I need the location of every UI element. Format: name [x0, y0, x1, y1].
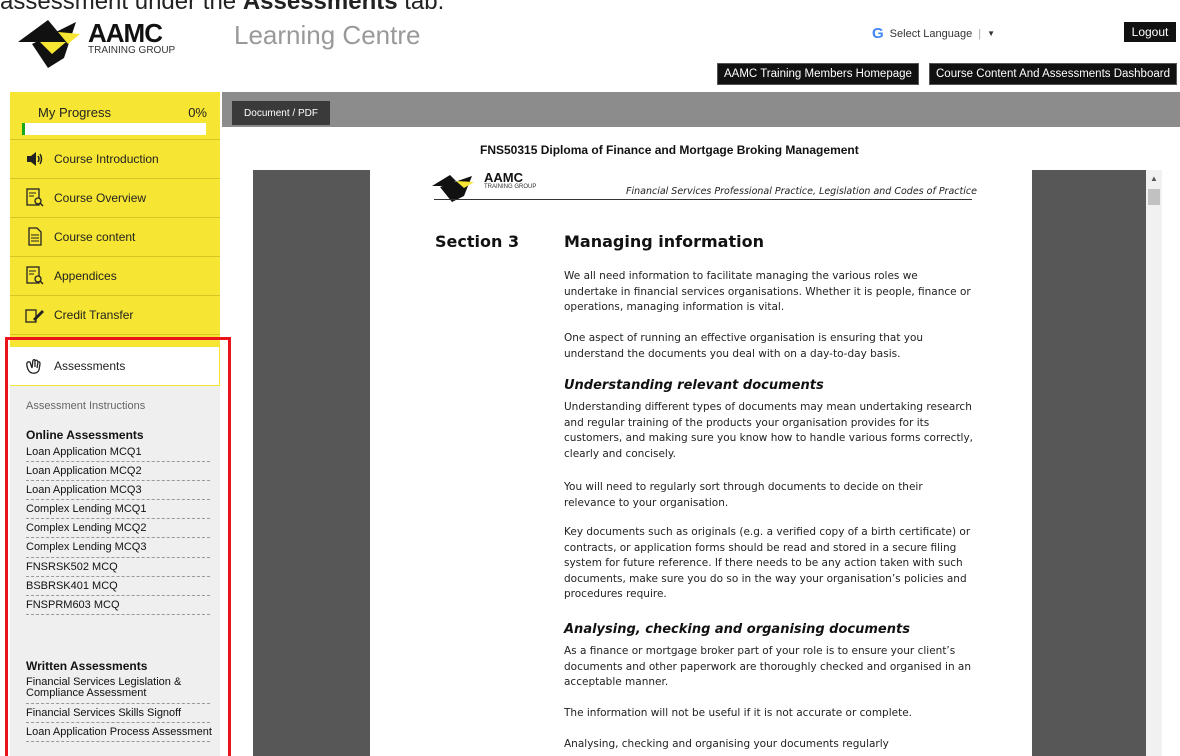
list-item[interactable]: Loan Application MCQ1: [26, 443, 210, 463]
list-item[interactable]: FNSPRM603 MCQ: [26, 596, 210, 615]
progress-value: 0%: [188, 105, 207, 120]
document-search-icon: [25, 188, 45, 208]
paragraph: Analysing, checking and organising your …: [564, 738, 889, 750]
google-icon: G: [872, 25, 884, 42]
paragraph: One aspect of running an effective organ…: [564, 332, 924, 360]
logo-mark-icon: [18, 20, 80, 68]
document-icon: [25, 227, 45, 247]
caption-bold: Assessments: [242, 0, 398, 15]
sidebar-item-label: Course content: [54, 230, 136, 244]
sidebar-item-assessments[interactable]: Assessments: [10, 346, 220, 386]
hand-icon: [24, 356, 44, 376]
section-title: Managing information: [564, 232, 764, 251]
sidebar-item-appendices[interactable]: Appendices: [10, 257, 220, 296]
document-header: Financial Services Professional Practice…: [626, 186, 977, 197]
sidebar: My Progress 0% Course Introduction Cours…: [10, 92, 220, 756]
document-logo-title: AAMC: [484, 170, 523, 185]
progress-bar: [22, 123, 206, 135]
chevron-down-icon: ▼: [987, 29, 996, 38]
language-divider: |: [978, 27, 982, 40]
assessments-submenu: Assessment Instructions Online Assessmen…: [10, 386, 220, 756]
sidebar-item-label: Course Introduction: [54, 152, 159, 166]
subheading: Analysing, checking and organising docum…: [564, 622, 910, 637]
logout-button[interactable]: Logout: [1124, 22, 1176, 42]
subheading: Understanding relevant documents: [564, 378, 824, 393]
dashboard-button[interactable]: Course Content And Assessments Dashboard: [929, 63, 1177, 85]
written-assessments-list: Financial Services Legislation & Complia…: [26, 674, 212, 743]
scrollbar[interactable]: [1146, 170, 1162, 756]
scrollbar-thumb[interactable]: [1148, 189, 1160, 205]
aamc-logo[interactable]: AAMC TRAINING GROUP: [18, 14, 178, 74]
paragraph: You will need to regularly sort through …: [564, 481, 923, 509]
language-selector[interactable]: G Select Language | ▼: [872, 25, 995, 42]
list-item[interactable]: Complex Lending MCQ3: [26, 538, 210, 558]
sidebar-item-label: Credit Transfer: [54, 308, 134, 322]
list-item[interactable]: Loan Application MCQ2: [26, 462, 210, 482]
transfer-icon: [25, 305, 45, 325]
paragraph: The information will not be useful if it…: [564, 707, 913, 719]
app-title: Learning Centre: [234, 20, 421, 50]
assessment-instructions-link[interactable]: Assessment Instructions: [26, 400, 145, 412]
list-item[interactable]: Financial Services Legislation & Complia…: [26, 674, 210, 704]
written-assessments-heading: Written Assessments: [26, 659, 148, 673]
content-toolbar: [222, 92, 1180, 127]
sidebar-item-label: Appendices: [54, 269, 117, 283]
list-item[interactable]: FNSRSK502 MCQ: [26, 558, 210, 577]
course-title: FNS50315 Diploma of Finance and Mortgage…: [480, 143, 859, 157]
sidebar-item-label: Assessments: [54, 359, 126, 373]
progress-fill: [22, 123, 25, 135]
paragraph: Understanding different types of documen…: [564, 401, 974, 460]
paragraph: As a finance or mortgage broker part of …: [564, 645, 972, 688]
document-logo-subtitle: TRAINING GROUP: [484, 184, 537, 190]
list-item[interactable]: Complex Lending MCQ2: [26, 519, 210, 539]
caption-suffix: tab.: [397, 0, 445, 15]
sidebar-item-course-introduction[interactable]: Course Introduction: [10, 140, 220, 179]
logo-subtitle: TRAINING GROUP: [88, 45, 176, 56]
list-item[interactable]: Loan Application MCQ3: [26, 481, 210, 501]
sidebar-item-label: Course Overview: [54, 191, 147, 205]
online-assessments-list: Loan Application MCQ1 Loan Application M…: [26, 443, 210, 615]
sidebar-item-course-content[interactable]: Course content: [10, 218, 220, 257]
list-item[interactable]: Financial Services Skills Signoff: [26, 704, 210, 724]
members-homepage-button[interactable]: AAMC Training Members Homepage: [717, 63, 919, 85]
paragraph: Key documents such as originals (e.g. a …: [564, 526, 971, 600]
online-assessments-heading: Online Assessments: [26, 428, 144, 442]
logo-title: AAMC: [88, 18, 163, 48]
sidebar-item-course-overview[interactable]: Course Overview: [10, 179, 220, 218]
language-label: Select Language: [889, 27, 973, 40]
document-search-icon: [25, 266, 45, 286]
list-item[interactable]: Complex Lending MCQ1: [26, 500, 210, 520]
caption-text: assessment under the: [0, 0, 243, 15]
sidebar-item-credit-transfer[interactable]: Credit Transfer: [10, 296, 220, 335]
progress-label: My Progress: [38, 105, 111, 120]
header-divider: [434, 199, 972, 200]
progress-section: My Progress 0%: [10, 92, 220, 140]
speaker-icon: [25, 149, 45, 169]
section-label: Section 3: [435, 232, 520, 251]
tab-document-pdf[interactable]: Document / PDF: [232, 101, 330, 125]
list-item[interactable]: BSBRSK401 MCQ: [26, 577, 210, 596]
list-item[interactable]: Loan Application Process Assessment: [26, 723, 212, 743]
paragraph: We all need information to facilitate ma…: [564, 270, 971, 313]
scroll-up-icon[interactable]: ▲: [1146, 170, 1162, 186]
